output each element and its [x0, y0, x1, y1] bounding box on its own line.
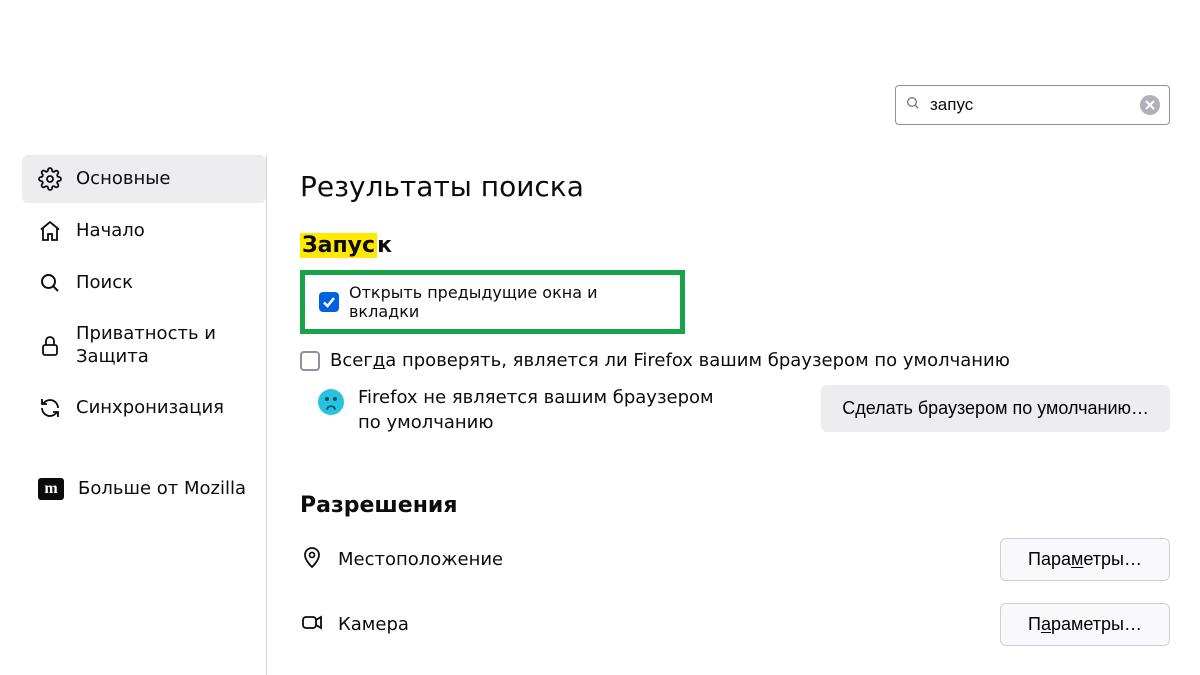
- location-settings-button[interactable]: Параметры…: [1000, 538, 1170, 581]
- mozilla-icon: m: [38, 478, 64, 500]
- sidebar-item-privacy[interactable]: Приватность и Защита: [22, 311, 266, 380]
- sidebar-item-label: Поиск: [76, 272, 250, 295]
- sidebar-item-label: Основные: [76, 168, 250, 191]
- sad-face-icon: [318, 389, 344, 415]
- sidebar-item-general[interactable]: Основные: [22, 155, 266, 203]
- restore-previous-session-option[interactable]: Открыть предыдущие окна и вкладки: [300, 270, 685, 334]
- location-icon: [300, 545, 324, 574]
- sidebar-item-sync[interactable]: Синхронизация: [22, 384, 266, 432]
- lock-icon: [38, 334, 62, 358]
- permission-location-label: Местоположение: [338, 549, 503, 570]
- search-box: [895, 85, 1170, 125]
- settings-search-input[interactable]: [895, 85, 1170, 125]
- sidebar-item-label: Начало: [76, 220, 250, 243]
- not-default-message: Firefox не является вашим браузером по у…: [358, 385, 718, 435]
- sidebar-item-search[interactable]: Поиск: [22, 259, 266, 307]
- search-results-heading: Результаты поиска: [300, 170, 1170, 203]
- sidebar-item-label: Приватность и Защита: [76, 323, 250, 368]
- clear-search-button[interactable]: [1140, 95, 1160, 115]
- startup-section-title: Запуск: [300, 233, 1170, 258]
- sidebar-item-label: Синхронизация: [76, 397, 250, 420]
- search-icon: [38, 271, 62, 295]
- always-check-label: Всегда проверять, является ли Firefox ва…: [330, 350, 1010, 371]
- permission-camera-row: Камера Параметры…: [300, 603, 1170, 646]
- sidebar-item-more-mozilla[interactable]: m Больше от Mozilla: [22, 466, 266, 513]
- make-default-button[interactable]: Сделать браузером по умолчанию…: [821, 385, 1170, 432]
- permissions-section-title: Разрешения: [300, 493, 1170, 518]
- settings-content: Результаты поиска Запуск Открыть предыду…: [300, 85, 1170, 668]
- home-icon: [38, 219, 62, 243]
- restore-session-checkbox[interactable]: [319, 292, 339, 312]
- permission-camera-label: Камера: [338, 614, 409, 635]
- settings-sidebar: Основные Начало Поиск Приватность и Защи…: [22, 155, 267, 675]
- always-check-default-option[interactable]: Всегда проверять, является ли Firefox ва…: [300, 350, 1170, 371]
- gear-icon: [38, 167, 62, 191]
- search-wrap: [300, 85, 1170, 125]
- default-browser-row: Firefox не является вашим браузером по у…: [300, 385, 1170, 435]
- search-icon: [905, 95, 921, 115]
- sidebar-item-label: Больше от Mozilla: [78, 478, 250, 501]
- highlight-match: Запус: [300, 233, 377, 258]
- permission-location-row: Местоположение Параметры…: [300, 538, 1170, 581]
- always-check-checkbox[interactable]: [300, 351, 320, 371]
- sync-icon: [38, 396, 62, 420]
- camera-settings-button[interactable]: Параметры…: [1000, 603, 1170, 646]
- sidebar-item-home[interactable]: Начало: [22, 207, 266, 255]
- camera-icon: [300, 610, 324, 639]
- restore-session-label: Открыть предыдущие окна и вкладки: [349, 283, 666, 321]
